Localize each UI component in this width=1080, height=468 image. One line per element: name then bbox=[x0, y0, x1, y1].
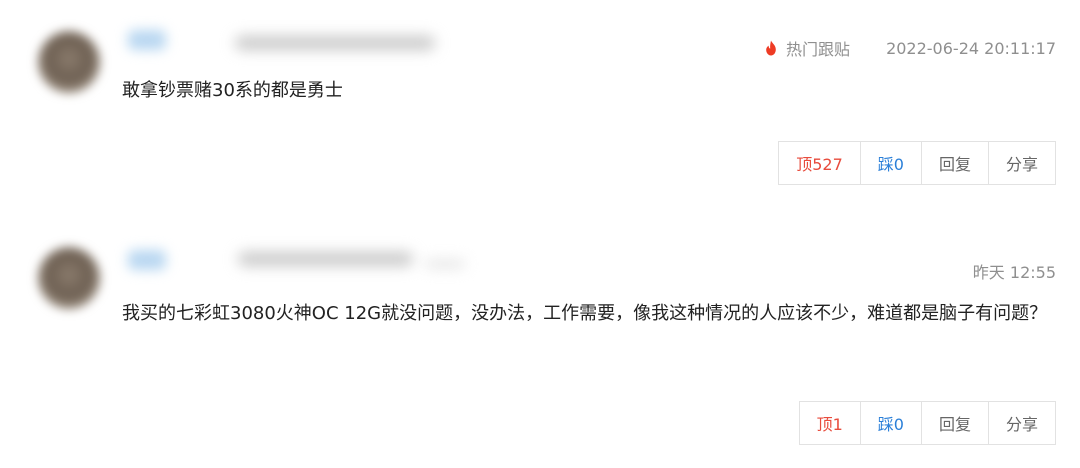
comment-text: 敢拿钞票赌30系的都是勇士 bbox=[122, 80, 343, 101]
hot-badge: 热门跟贴 bbox=[763, 36, 850, 60]
comment-actions: 顶527 踩0 回复 分享 bbox=[778, 141, 1056, 185]
flame-icon bbox=[766, 40, 776, 56]
comment-actions: 顶1 踩0 回复 分享 bbox=[798, 401, 1056, 445]
username[interactable] bbox=[235, 36, 435, 50]
user-level-badge bbox=[128, 250, 166, 270]
downvote-button[interactable]: 踩0 bbox=[859, 142, 921, 184]
hot-label: 热门跟贴 bbox=[786, 40, 851, 59]
share-button[interactable]: 分享 bbox=[987, 142, 1055, 184]
upvote-button[interactable]: 顶1 bbox=[800, 402, 860, 444]
avatar[interactable] bbox=[38, 247, 100, 309]
comment-meta: 昨天 12:55 bbox=[973, 259, 1056, 283]
user-extra bbox=[425, 260, 465, 268]
downvote-button[interactable]: 踩0 bbox=[859, 402, 921, 444]
upvote-button[interactable]: 顶527 bbox=[779, 142, 860, 184]
avatar[interactable] bbox=[38, 31, 100, 93]
username[interactable] bbox=[238, 252, 413, 266]
user-level-badge bbox=[128, 30, 166, 50]
reply-button[interactable]: 回复 bbox=[920, 402, 988, 444]
comment-item: 热门跟贴 2022-06-24 20:11:17 敢拿钞票赌30系的都是勇士 顶… bbox=[0, 0, 1080, 210]
comment-item: 昨天 12:55 我买的七彩虹3080火神OC 12G就没问题，没办法，工作需要… bbox=[0, 210, 1080, 468]
comment-meta: 热门跟贴 2022-06-24 20:11:17 bbox=[763, 36, 1056, 60]
timestamp: 2022-06-24 20:11:17 bbox=[886, 38, 1056, 58]
reply-button[interactable]: 回复 bbox=[920, 142, 988, 184]
timestamp: 昨天 12:55 bbox=[972, 263, 1056, 282]
share-button[interactable]: 分享 bbox=[987, 402, 1055, 444]
comment-text: 我买的七彩虹3080火神OC 12G就没问题，没办法，工作需要，像我这种情况的人… bbox=[122, 303, 1048, 324]
